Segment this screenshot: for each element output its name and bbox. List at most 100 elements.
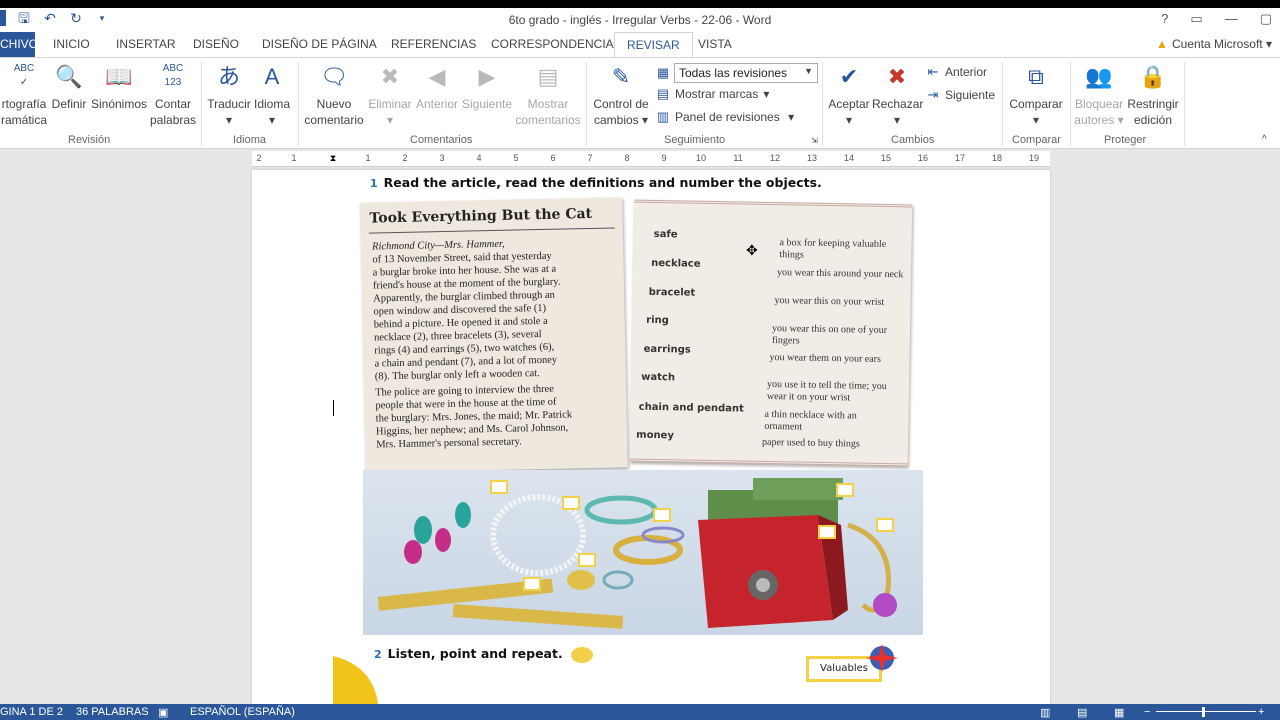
group-separator (1002, 62, 1003, 146)
tab-revisar[interactable]: REVISAR (614, 32, 693, 58)
collapse-ribbon-icon[interactable]: ^ (1262, 134, 1267, 145)
book-icon: 📖 (105, 64, 133, 89)
ruler-tick: 14 (843, 153, 854, 163)
tab-vista[interactable]: VISTA (698, 37, 732, 51)
answer-box[interactable] (818, 525, 836, 539)
answer-box[interactable] (578, 553, 596, 567)
ruler-tick: 15 (880, 153, 891, 163)
group-label-seguimiento: Seguimiento (664, 134, 726, 146)
vocab-word: earrings (643, 343, 691, 356)
group-separator (298, 62, 299, 146)
compare-button[interactable]: ⧉ Comparar ▾ (1006, 62, 1066, 128)
tab-referencias[interactable]: REFERENCIAS (391, 37, 476, 51)
translate-icon: あ (217, 64, 240, 89)
title-bar: 🖫 ↶ ↻ ▾ 6to grado - inglés - Irregular V… (0, 8, 1280, 32)
thesaurus-button[interactable]: 📖 Sinónimos (90, 62, 148, 112)
new-comment-button[interactable]: 🗨 Nuevo comentario (302, 62, 366, 128)
tab-insertar[interactable]: INSERTAR (116, 37, 176, 51)
group-label-comparar: Comparar (1012, 134, 1061, 146)
answer-box[interactable] (836, 483, 854, 497)
group-separator (822, 62, 823, 146)
ruler-tick: 2 (402, 153, 408, 163)
word-count-indicator[interactable]: 36 PALABRAS (76, 706, 149, 718)
answer-box[interactable] (876, 518, 894, 532)
instruction-number: 2 (374, 648, 382, 661)
vocab-word: ring (646, 314, 669, 327)
zoom-out-icon[interactable]: − (1144, 706, 1150, 718)
previous-change-button[interactable]: ⇤ Anterior (926, 64, 987, 80)
accept-icon: ✔ (839, 64, 859, 89)
ruler-tick: 1 (365, 153, 371, 163)
reviewing-pane-button[interactable]: ▥ Panel de revisiones ▾ (656, 109, 794, 125)
article-body: Richmond City—Mrs. Hammer, of 13 Novembe… (372, 236, 612, 452)
group-label-revision: Revisión (68, 134, 111, 146)
tab-diseno[interactable]: DISEÑO (193, 37, 239, 51)
block-authors-button[interactable]: 👥 Bloquear autores ▾ (1073, 62, 1125, 128)
divider (368, 227, 615, 234)
accept-button[interactable]: ✔ Aceptar ▾ (826, 62, 872, 128)
indent-marker-icon[interactable]: ⧗ (326, 153, 340, 164)
help-icon[interactable]: ? (1161, 11, 1168, 27)
zoom-slider-handle[interactable] (1202, 707, 1205, 717)
tab-diseno-pagina[interactable]: DISEÑO DE PÁGINA (262, 37, 377, 51)
restrict-editing-button[interactable]: 🔒 Restringir edición (1126, 62, 1180, 128)
definition: you wear this on your wrist (774, 295, 885, 308)
previous-change-icon: ⇤ (927, 64, 939, 79)
read-mode-icon[interactable]: ▥ (1040, 706, 1050, 719)
page-indicator[interactable]: GINA 1 DE 2 (0, 706, 63, 718)
proofing-icon[interactable]: ▣ (158, 706, 168, 719)
ruler-tick: 11 (733, 153, 743, 163)
horizontal-ruler[interactable]: 2 1 ⧗ 1 2 3 4 5 6 7 8 9 10 11 12 13 14 1… (252, 151, 1050, 167)
account-link[interactable]: ▲ Cuenta Microsoft ▾ (1156, 37, 1272, 51)
ruler-tick: 4 (476, 153, 482, 163)
tab-inicio[interactable]: INICIO (53, 37, 90, 51)
next-comment-button[interactable]: ▶ Siguiente (461, 62, 513, 112)
ribbon-display-icon[interactable]: ▭ (1190, 11, 1202, 27)
answer-box[interactable] (653, 508, 671, 522)
group-separator (201, 62, 202, 146)
ruler-tick: 8 (624, 153, 630, 163)
tab-archivo[interactable]: CHIVO (0, 32, 38, 57)
zoom-in-icon[interactable]: + (1258, 706, 1264, 718)
show-markup-button[interactable]: ▤ Mostrar marcas ▾ (656, 86, 770, 102)
reject-button[interactable]: ✖ Rechazar ▾ (872, 62, 923, 128)
group-label-cambios: Cambios (891, 134, 935, 146)
print-layout-icon[interactable]: ▤ (1077, 706, 1087, 719)
zoom-slider[interactable] (1156, 711, 1256, 712)
show-comments-button[interactable]: ▤ Mostrar comentarios (514, 62, 582, 128)
display-review-icon: ▦ (656, 65, 670, 80)
display-for-review-dropdown[interactable]: Todas las revisiones ▼ (674, 63, 818, 83)
language-button[interactable]: A Idioma ▾ (252, 62, 292, 128)
vocab-word: bracelet (648, 286, 696, 299)
definition: a box for keeping valuable things (779, 237, 887, 261)
group-label-idioma: Idioma (233, 134, 267, 146)
spelling-button[interactable]: ABC ✓ rtografía ramática (0, 62, 48, 128)
maximize-icon[interactable]: ▢ (1260, 11, 1272, 27)
minimize-icon[interactable]: — (1225, 11, 1238, 27)
group-label-comentarios: Comentarios (410, 134, 473, 146)
track-changes-button[interactable]: ✎ Control de cambios ▾ (590, 62, 652, 128)
ruler-tick: 6 (550, 153, 556, 163)
block-authors-icon: 👥 (1085, 64, 1113, 89)
definition: you wear this around your neck (776, 267, 904, 281)
dialog-launcher-icon[interactable]: ⇲ (811, 136, 818, 145)
answer-box[interactable] (562, 496, 580, 510)
display-review-icon-wrap: ▦ (656, 65, 670, 81)
define-button[interactable]: 🔍 Definir (50, 62, 88, 112)
web-layout-icon[interactable]: ▦ (1114, 706, 1124, 719)
word-count-button[interactable]: ABC 123 Contar palabras (150, 62, 196, 128)
definitions-card: safe necklace bracelet ring earrings wat… (629, 199, 913, 467)
tab-correspondencia[interactable]: CORRESPONDENCIA (491, 37, 614, 51)
delete-comment-button[interactable]: ✖ Eliminar ▾ (367, 62, 413, 128)
ruler-tick: 7 (587, 153, 593, 163)
screen-top-edge (0, 0, 1280, 8)
next-change-button[interactable]: ⇥ Siguiente (926, 87, 996, 103)
previous-comment-button[interactable]: ◀ Anterior (414, 62, 460, 112)
answer-box[interactable] (523, 577, 541, 591)
warning-icon: ▲ (1156, 37, 1168, 51)
answer-box[interactable] (490, 480, 508, 494)
language-indicator[interactable]: ESPAÑOL (ESPAÑA) (190, 706, 295, 718)
word-count-icon: ABC 123 (162, 63, 184, 88)
language-icon: A (264, 64, 280, 89)
translate-button[interactable]: あ Traducir ▾ (206, 62, 252, 128)
